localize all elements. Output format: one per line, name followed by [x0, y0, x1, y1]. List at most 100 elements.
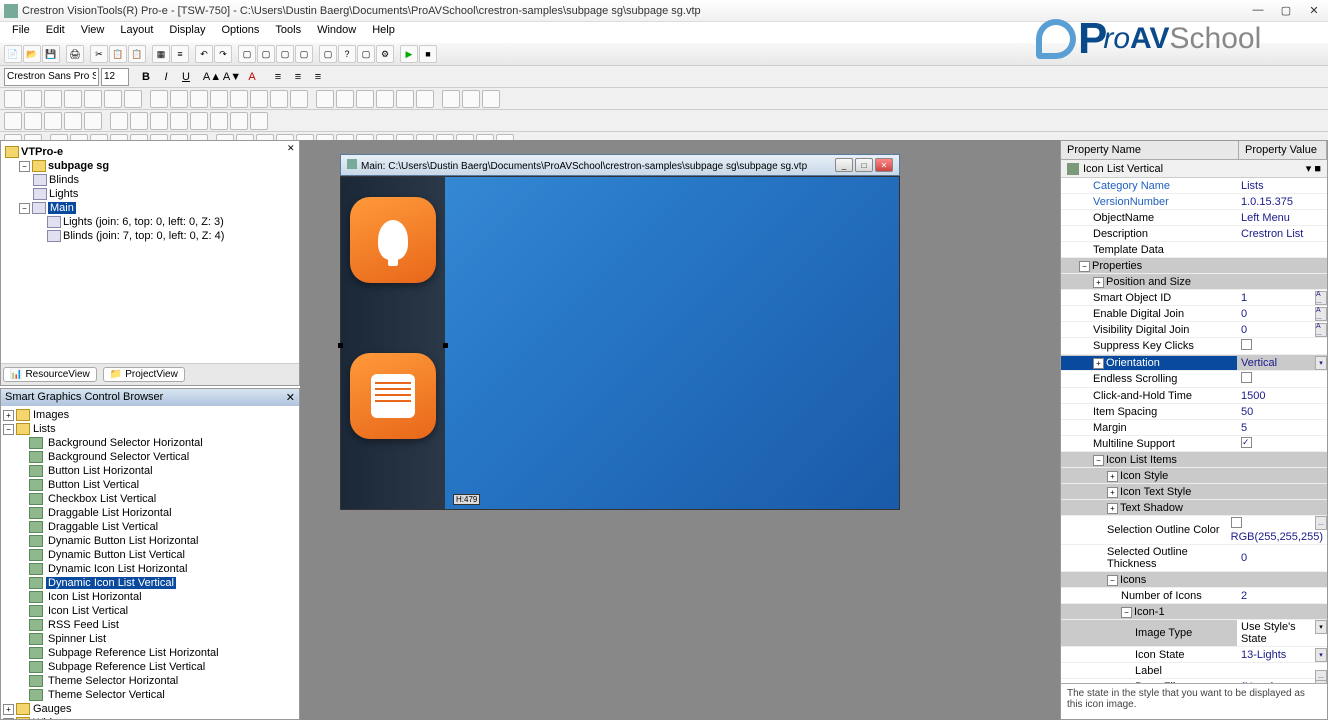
- browser-item[interactable]: Icon List Horizontal: [3, 590, 297, 604]
- browser-item[interactable]: Dynamic Button List Horizontal: [3, 534, 297, 548]
- tree-main[interactable]: Main: [48, 202, 76, 214]
- align-right-icon[interactable]: ≡: [309, 68, 327, 86]
- play-icon[interactable]: ▶: [400, 45, 418, 63]
- collapse-icon[interactable]: −: [19, 161, 30, 172]
- t13[interactable]: [250, 90, 268, 108]
- prop-row[interactable]: Category NameLists: [1061, 178, 1327, 194]
- r4c[interactable]: [44, 112, 62, 130]
- font-select[interactable]: [4, 68, 99, 86]
- tool-d[interactable]: ▢: [295, 45, 313, 63]
- prop-row[interactable]: Image Type▾Use Style's State: [1061, 620, 1327, 647]
- r4d[interactable]: [64, 112, 82, 130]
- browser-item[interactable]: Dynamic Icon List Vertical: [3, 576, 297, 590]
- save-icon[interactable]: 💾: [42, 45, 60, 63]
- tool-f[interactable]: ▢: [357, 45, 375, 63]
- t6[interactable]: [104, 90, 122, 108]
- browser-item[interactable]: Draggable List Horizontal: [3, 506, 297, 520]
- tree-sub-blinds[interactable]: Blinds (join: 7, top: 0, left: 0, Z: 4): [63, 230, 224, 242]
- r4j[interactable]: [190, 112, 208, 130]
- tool-a[interactable]: ▢: [238, 45, 256, 63]
- t11[interactable]: [210, 90, 228, 108]
- t16[interactable]: [316, 90, 334, 108]
- r4e[interactable]: [84, 112, 102, 130]
- stop-icon[interactable]: ■: [419, 45, 437, 63]
- t12[interactable]: [230, 90, 248, 108]
- t18[interactable]: [356, 90, 374, 108]
- r4b[interactable]: [24, 112, 42, 130]
- prop-row[interactable]: +Text Shadow: [1061, 500, 1327, 516]
- tool-e[interactable]: ▢: [319, 45, 337, 63]
- browser-item[interactable]: Theme Selector Vertical: [3, 688, 297, 702]
- project-root[interactable]: subpage sg: [48, 160, 109, 172]
- tree-lights[interactable]: Lights: [49, 188, 78, 200]
- browser-item[interactable]: RSS Feed List: [3, 618, 297, 632]
- browser-item[interactable]: Dynamic Icon List Horizontal: [3, 562, 297, 576]
- t14[interactable]: [270, 90, 288, 108]
- menu-edit[interactable]: Edit: [38, 22, 73, 42]
- bold-button[interactable]: B: [137, 68, 155, 86]
- help-icon[interactable]: ?: [338, 45, 356, 63]
- prop-row[interactable]: Visibility Digital JoinA ...0: [1061, 322, 1327, 338]
- r4f[interactable]: [110, 112, 128, 130]
- icon-lights[interactable]: [350, 197, 436, 283]
- browser-group[interactable]: −Lists: [3, 422, 297, 436]
- design-canvas[interactable]: Main: C:\Users\Dustin Baerg\Documents\Pr…: [300, 140, 1060, 720]
- t21[interactable]: [416, 90, 434, 108]
- prop-row[interactable]: Selected Outline Thickness0: [1061, 545, 1327, 572]
- prop-row[interactable]: Suppress Key Clicks: [1061, 338, 1327, 355]
- t4[interactable]: [64, 90, 82, 108]
- prop-orientation[interactable]: +Orientation▾Vertical: [1061, 355, 1327, 371]
- r4i[interactable]: [170, 112, 188, 130]
- cut-icon[interactable]: ✂: [90, 45, 108, 63]
- prop-row[interactable]: −Icon List Items: [1061, 452, 1327, 468]
- align-center-icon[interactable]: ≡: [289, 68, 307, 86]
- prop-row[interactable]: +Icon Text Style: [1061, 484, 1327, 500]
- control-dropdown-icon[interactable]: ▾ ■: [1306, 162, 1321, 175]
- t3[interactable]: [44, 90, 62, 108]
- menu-window[interactable]: Window: [309, 22, 364, 42]
- italic-button[interactable]: I: [157, 68, 175, 86]
- t9[interactable]: [170, 90, 188, 108]
- prop-row[interactable]: VersionNumber1.0.15.375: [1061, 194, 1327, 210]
- menu-view[interactable]: View: [73, 22, 113, 42]
- collapse-icon[interactable]: −: [19, 203, 30, 214]
- open-icon[interactable]: 📂: [23, 45, 41, 63]
- prop-row[interactable]: Endless Scrolling: [1061, 371, 1327, 388]
- menu-layout[interactable]: Layout: [112, 22, 161, 42]
- r4h[interactable]: [150, 112, 168, 130]
- browser-item[interactable]: Button List Horizontal: [3, 464, 297, 478]
- t20[interactable]: [396, 90, 414, 108]
- dec-font-icon[interactable]: A▼: [223, 68, 241, 86]
- r4l[interactable]: [230, 112, 248, 130]
- browser-item[interactable]: Checkbox List Vertical: [3, 492, 297, 506]
- inc-font-icon[interactable]: A▲: [203, 68, 221, 86]
- r4g[interactable]: [130, 112, 148, 130]
- print-icon[interactable]: 🖨: [66, 45, 84, 63]
- t8[interactable]: [150, 90, 168, 108]
- browser-item[interactable]: Icon List Vertical: [3, 604, 297, 618]
- compile-icon[interactable]: ⚙: [376, 45, 394, 63]
- font-color-icon[interactable]: A: [243, 68, 261, 86]
- prop-row[interactable]: ObjectNameLeft Menu: [1061, 210, 1327, 226]
- prop-row[interactable]: Multiline Support: [1061, 436, 1327, 452]
- tool-b[interactable]: ▢: [257, 45, 275, 63]
- t23[interactable]: [462, 90, 480, 108]
- browser-item[interactable]: Dynamic Button List Vertical: [3, 548, 297, 562]
- underline-button[interactable]: U: [177, 68, 195, 86]
- size-select[interactable]: [101, 68, 129, 86]
- editor-minimize-button[interactable]: _: [835, 158, 853, 172]
- r4k[interactable]: [210, 112, 228, 130]
- browser-group[interactable]: +Gauges: [3, 702, 297, 716]
- browser-item[interactable]: Draggable List Vertical: [3, 520, 297, 534]
- tree-sub-lights[interactable]: Lights (join: 6, top: 0, left: 0, Z: 3): [63, 216, 224, 228]
- paste-icon[interactable]: 📋: [128, 45, 146, 63]
- prop-row[interactable]: −Icons: [1061, 572, 1327, 588]
- resource-view-tab[interactable]: 📊ResourceView: [3, 367, 97, 382]
- editor-maximize-button[interactable]: □: [855, 158, 873, 172]
- t7[interactable]: [124, 90, 142, 108]
- redo-icon[interactable]: ↷: [214, 45, 232, 63]
- props-col-value[interactable]: Property Value: [1239, 141, 1327, 159]
- browser-item[interactable]: Background Selector Horizontal: [3, 436, 297, 450]
- align-left-icon[interactable]: ≡: [269, 68, 287, 86]
- t17[interactable]: [336, 90, 354, 108]
